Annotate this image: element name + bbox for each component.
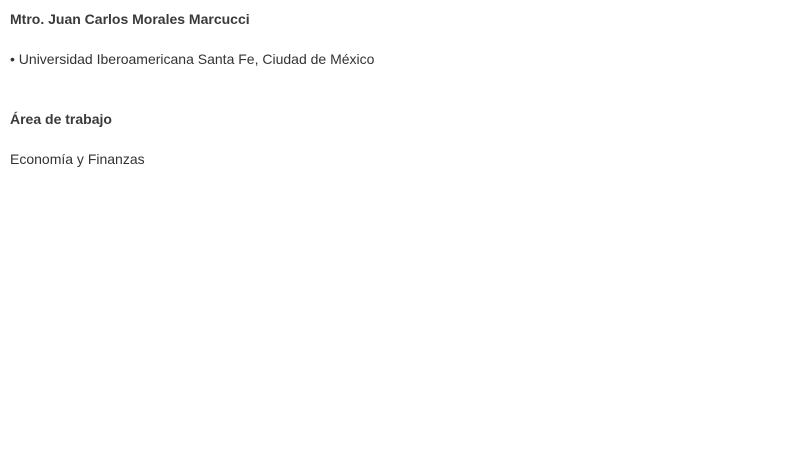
- work-area-value: Economía y Finanzas: [10, 151, 145, 167]
- affiliation-item: • Universidad Iberoamericana Santa Fe, C…: [10, 51, 375, 67]
- profile-content: Mtro. Juan Carlos Morales Marcucci • Uni…: [10, 10, 784, 168]
- work-area-heading: Área de trabajo: [10, 111, 112, 127]
- person-name: Mtro. Juan Carlos Morales Marcucci: [10, 11, 250, 27]
